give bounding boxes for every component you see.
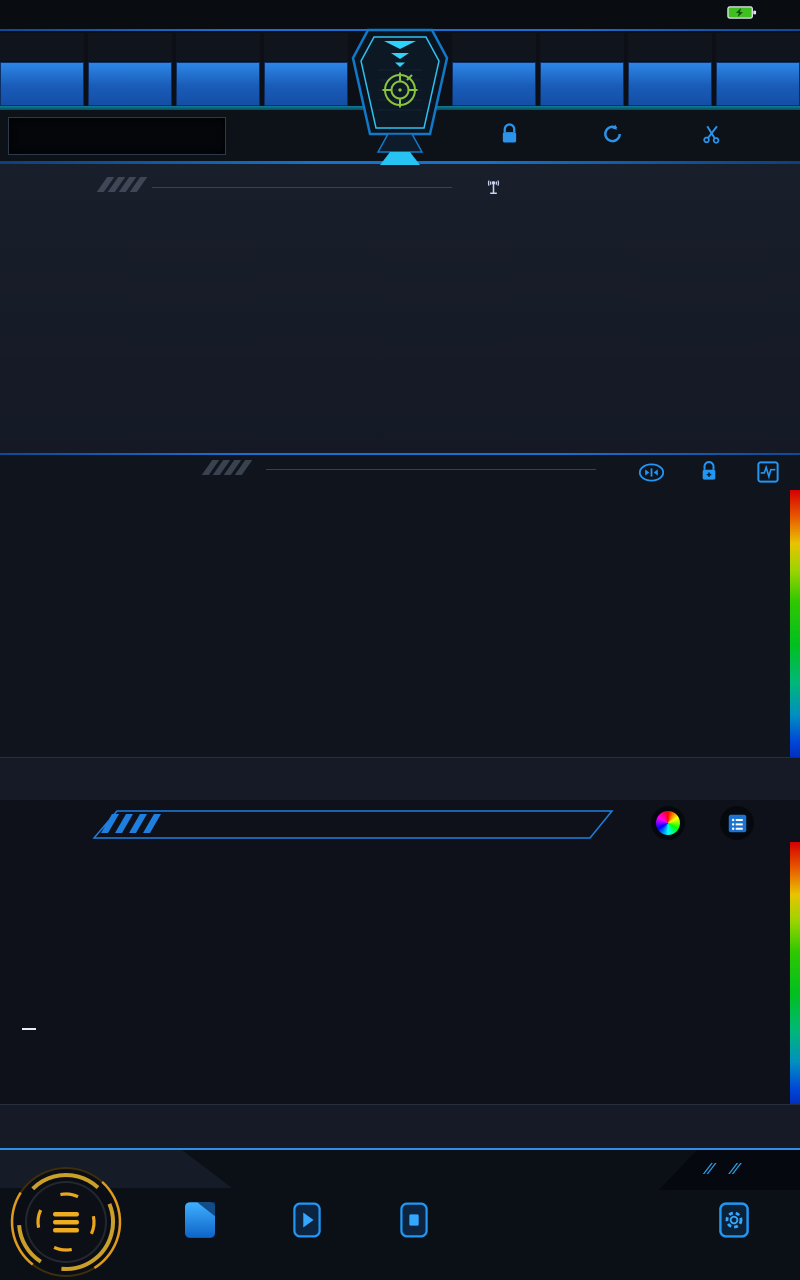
waterfall-color-scale <box>790 842 800 1104</box>
toolbar-label-gain <box>452 33 536 61</box>
gear-icon <box>719 1202 749 1238</box>
demod-bw-button[interactable] <box>0 62 84 106</box>
span-arrows-icon[interactable] <box>638 462 665 488</box>
spectrum-header-hatch <box>207 460 251 480</box>
howl-button[interactable] <box>628 62 712 106</box>
antenna-info <box>484 179 509 201</box>
squelch-button[interactable] <box>540 62 624 106</box>
menu-rings-icon <box>8 1164 124 1280</box>
stop-icon <box>400 1202 428 1238</box>
toolbar-label-detector <box>176 33 260 61</box>
receiver-app: ⁄⁄ ⁄⁄ <box>0 0 800 1280</box>
antenna-icon <box>484 179 503 201</box>
spectrum-chart <box>38 490 790 757</box>
detector-button[interactable] <box>176 62 260 106</box>
battery-charging-icon <box>727 5 757 25</box>
mode-badge-fixed-frequency-receive[interactable] <box>350 28 450 165</box>
toolbar-label-demod-mode <box>88 33 172 61</box>
slash-decoration: ⁄⁄ <box>706 1161 713 1179</box>
stop-button[interactable] <box>400 1202 428 1243</box>
screenshot-button[interactable] <box>702 122 729 152</box>
run-button[interactable] <box>293 1202 321 1243</box>
gain-button[interactable] <box>452 62 536 106</box>
waterfall-status-row <box>0 1104 800 1149</box>
ffm-mode-button[interactable] <box>185 1202 215 1243</box>
frequency-display[interactable] <box>8 117 226 155</box>
spectrum-status-row <box>0 757 800 801</box>
toolbar-label-squelch <box>540 33 624 61</box>
frequency-offset-gauge <box>518 243 738 439</box>
list-icon[interactable] <box>720 806 754 840</box>
gauge-header-line <box>152 187 452 188</box>
demod-mode-button[interactable] <box>88 62 172 106</box>
lock-screen-button[interactable] <box>500 122 526 152</box>
header-hatch-decoration <box>102 177 146 197</box>
hold-lock-icon[interactable] <box>700 460 718 488</box>
toolbar-label-audio <box>716 33 800 61</box>
atten-button[interactable] <box>264 62 348 106</box>
level-gauge <box>70 240 290 430</box>
play-icon <box>293 1202 321 1238</box>
screenshot-scissors-icon <box>702 123 722 151</box>
lock-icon <box>500 123 519 151</box>
waterfall-chart <box>38 842 790 1104</box>
toolbar-label-howl <box>628 33 712 61</box>
reset-icon <box>602 123 623 151</box>
waterfall-time-marker <box>22 1028 36 1030</box>
status-bar <box>0 0 800 29</box>
audio-button[interactable] <box>716 62 800 106</box>
toolbar-label-atten <box>264 33 348 61</box>
color-palette-icon[interactable] <box>651 806 685 840</box>
toolbar-label-demod-bw <box>0 33 84 61</box>
slash-decoration: ⁄⁄ <box>732 1161 739 1179</box>
ffm-icon <box>185 1202 215 1238</box>
spectrum-color-scale <box>790 490 800 757</box>
params-button[interactable] <box>719 1202 749 1243</box>
main-menu-button[interactable] <box>8 1164 124 1280</box>
waveform-icon[interactable] <box>757 461 779 488</box>
spectrum-header-line <box>266 469 596 470</box>
reset-button[interactable] <box>602 122 630 152</box>
